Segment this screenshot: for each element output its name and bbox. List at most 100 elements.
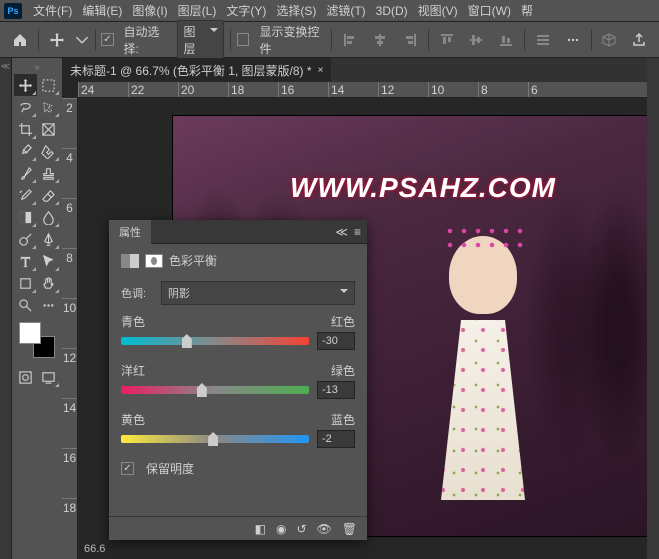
show-transform-checkbox[interactable] <box>237 33 249 46</box>
auto-select-checkbox[interactable] <box>101 33 113 46</box>
hand-tool[interactable] <box>37 272 60 294</box>
show-transform-label: 显示变换控件 <box>259 23 325 57</box>
gradient-tool[interactable] <box>14 206 37 228</box>
align-top-icon[interactable] <box>435 27 459 53</box>
shape-tool[interactable] <box>14 272 37 294</box>
color-balance-icon <box>121 254 139 268</box>
home-icon[interactable] <box>8 27 32 53</box>
preserve-luminosity-checkbox[interactable] <box>121 462 134 475</box>
lasso-tool[interactable] <box>14 96 37 118</box>
menu-layer[interactable]: 图层(L) <box>173 2 222 19</box>
tone-dropdown[interactable]: 阴影 <box>161 281 355 305</box>
cyan-red-value[interactable]: -30 <box>317 332 355 350</box>
adjustment-name: 色彩平衡 <box>169 252 217 269</box>
menu-file[interactable]: 文件(F) <box>28 2 77 19</box>
menu-window[interactable]: 窗口(W) <box>463 2 516 19</box>
zoom-tool[interactable] <box>14 294 37 316</box>
menu-3d[interactable]: 3D(D) <box>371 4 413 18</box>
distribute-icon[interactable] <box>531 27 555 53</box>
watermark-text: WWW.PSAHZ.COM <box>290 172 556 204</box>
dodge-tool[interactable] <box>14 228 37 250</box>
slider3-right-label: 蓝色 <box>331 411 355 428</box>
slider1-right-label: 红色 <box>331 313 355 330</box>
panel-tabbar: 属性 ≪ ≡ <box>109 220 367 244</box>
menu-image[interactable]: 图像(I) <box>127 2 172 19</box>
pen-tool[interactable] <box>37 228 60 250</box>
brush-tool[interactable] <box>14 162 37 184</box>
zoom-level[interactable]: 66.6 <box>78 541 111 559</box>
reset-icon[interactable]: ↺ <box>296 522 306 536</box>
align-middle-v-icon[interactable] <box>464 27 488 53</box>
menu-filter[interactable]: 滤镜(T) <box>321 2 370 19</box>
panel-footer: ◧ ◉ ↺ 👁 🗑 <box>109 516 367 540</box>
3d-mode-icon[interactable] <box>597 27 621 53</box>
cyan-red-slider[interactable] <box>121 337 309 345</box>
foreground-color-swatch[interactable] <box>19 322 41 344</box>
align-right-icon[interactable] <box>398 27 422 53</box>
align-left-icon[interactable] <box>338 27 362 53</box>
screen-mode-icon[interactable] <box>37 366 60 388</box>
document-tab[interactable]: 未标题-1 @ 66.7% (色彩平衡 1, 图层蒙版/8) * × <box>62 58 331 83</box>
menu-view[interactable]: 视图(V) <box>413 2 463 19</box>
more-options-icon[interactable] <box>561 27 585 53</box>
menu-type[interactable]: 文字(Y) <box>221 2 271 19</box>
align-center-h-icon[interactable] <box>368 27 392 53</box>
menu-help[interactable]: 帮 <box>516 2 538 19</box>
tool-preset-dropdown-icon[interactable] <box>75 27 89 53</box>
share-icon[interactable] <box>627 27 651 53</box>
menu-edit[interactable]: 编辑(E) <box>77 2 127 19</box>
quick-select-tool[interactable] <box>37 96 60 118</box>
clip-to-layer-icon[interactable]: ◧ <box>255 522 266 536</box>
move-tool-icon[interactable] <box>45 27 69 53</box>
app-logo: Ps <box>4 3 22 19</box>
ruler-vertical[interactable]: 24681012141618 <box>62 98 78 559</box>
ruler-horizontal[interactable]: 242220181614121086 <box>78 82 659 98</box>
menubar: Ps 文件(F) 编辑(E) 图像(I) 图层(L) 文字(Y) 选择(S) 滤… <box>0 0 659 22</box>
slider3-left-label: 黄色 <box>121 411 145 428</box>
panel-menu-icon[interactable]: ≡ <box>354 225 361 239</box>
type-tool[interactable] <box>14 250 37 272</box>
delete-adjustment-icon[interactable]: 🗑 <box>342 522 357 536</box>
auto-select-target-dropdown[interactable]: 图层 <box>177 20 225 60</box>
panel-collapse-icon[interactable]: ≪ <box>335 225 348 239</box>
crop-tool[interactable] <box>14 118 37 140</box>
visibility-icon[interactable]: 👁 <box>317 522 332 536</box>
magenta-green-value[interactable]: -13 <box>317 381 355 399</box>
subject-figure <box>423 236 543 526</box>
eyedropper-tool[interactable] <box>14 140 37 162</box>
align-bottom-icon[interactable] <box>494 27 518 53</box>
quick-mask-icon[interactable] <box>14 366 37 388</box>
history-brush-tool[interactable] <box>14 184 37 206</box>
frame-tool[interactable] <box>37 118 60 140</box>
edit-toolbar[interactable] <box>37 294 60 316</box>
close-tab-icon[interactable]: × <box>318 65 324 76</box>
options-bar: 自动选择: 图层 显示变换控件 <box>0 22 659 58</box>
document-tab-label: 未标题-1 @ 66.7% (色彩平衡 1, 图层蒙版/8) * <box>70 62 312 79</box>
properties-panel: 属性 ≪ ≡ 色彩平衡 色调: 阴影 青色 红色 -30 洋红 绿色 -13 <box>109 220 367 540</box>
blur-tool[interactable] <box>37 206 60 228</box>
healing-tool[interactable] <box>37 140 60 162</box>
yellow-blue-value[interactable]: -2 <box>317 430 355 448</box>
slider1-left-label: 青色 <box>121 313 145 330</box>
yellow-blue-slider[interactable] <box>121 435 309 443</box>
color-swatches[interactable] <box>19 322 55 358</box>
right-panel-strip[interactable] <box>647 58 659 559</box>
tone-label: 色调: <box>121 285 153 301</box>
auto-select-label: 自动选择: <box>124 23 171 57</box>
toolbox: » <box>12 58 62 559</box>
eraser-tool[interactable] <box>37 184 60 206</box>
marquee-tool[interactable] <box>37 74 60 96</box>
stamp-tool[interactable] <box>37 162 60 184</box>
move-tool[interactable] <box>14 74 37 96</box>
slider2-left-label: 洋红 <box>121 362 145 379</box>
path-select-tool[interactable] <box>37 250 60 272</box>
panel-tab-properties[interactable]: 属性 <box>109 220 151 244</box>
left-panel-strip[interactable]: ≪ <box>0 58 12 559</box>
magenta-green-slider[interactable] <box>121 386 309 394</box>
slider2-right-label: 绿色 <box>331 362 355 379</box>
menu-select[interactable]: 选择(S) <box>271 2 321 19</box>
document-tabs: 未标题-1 @ 66.7% (色彩平衡 1, 图层蒙版/8) * × <box>62 58 659 82</box>
layer-mask-icon[interactable] <box>145 254 163 268</box>
preserve-luminosity-label: 保留明度 <box>146 460 194 477</box>
view-previous-icon[interactable]: ◉ <box>276 522 286 536</box>
